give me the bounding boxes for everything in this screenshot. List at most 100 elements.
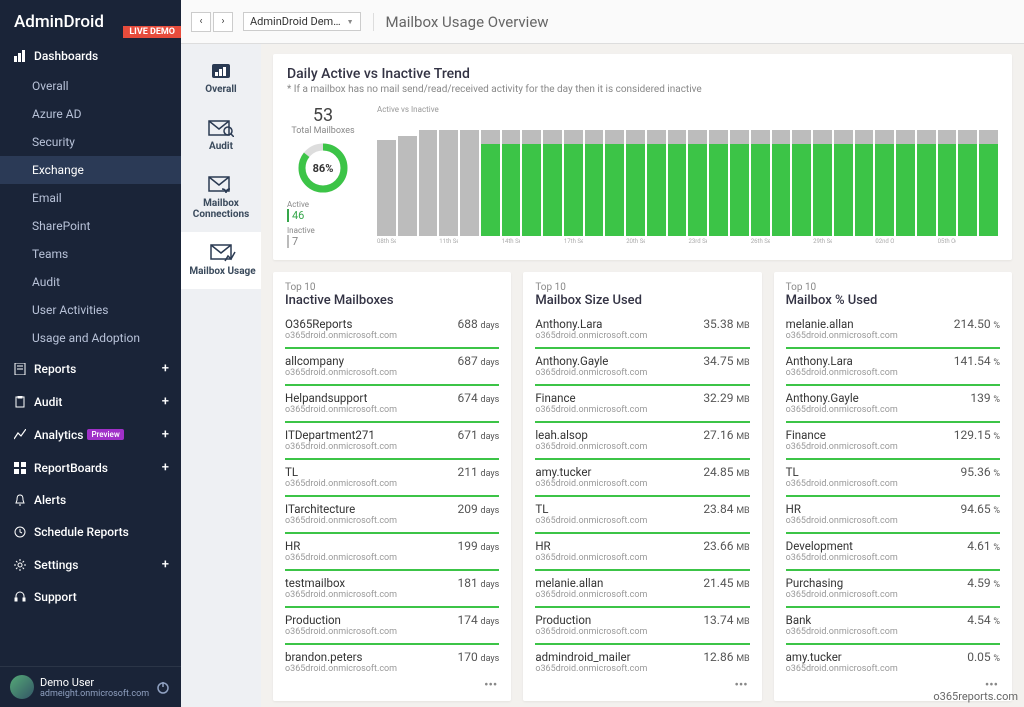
- list-item[interactable]: melanie.allano365droid.onmicrosoft.com21…: [786, 312, 1000, 343]
- expand-icon: +: [162, 557, 169, 572]
- list-item[interactable]: Helpandsupporto365droid.onmicrosoft.com6…: [285, 384, 499, 417]
- list-item[interactable]: O365Reportso365droid.onmicrosoft.com688 …: [285, 312, 499, 343]
- chart-bar: [481, 130, 500, 236]
- panel1-kicker: Top 10: [285, 282, 499, 293]
- chart-bar: [585, 130, 604, 236]
- list-item[interactable]: testmailboxo365droid.onmicrosoft.com181 …: [285, 569, 499, 602]
- list-item[interactable]: amy.tuckero365droid.onmicrosoft.com24.85…: [535, 458, 749, 491]
- preview-badge: Preview: [87, 429, 123, 440]
- list-item[interactable]: ITarchitectureo365droid.onmicrosoft.com2…: [285, 495, 499, 528]
- rail-overall[interactable]: Overall: [181, 52, 261, 107]
- list-item[interactable]: Purchasingo365droid.onmicrosoft.com4.59 …: [786, 569, 1000, 602]
- nav-reportboards[interactable]: ReportBoards +: [0, 451, 181, 484]
- list-item[interactable]: Anthony.Gayleo365droid.onmicrosoft.com13…: [786, 384, 1000, 417]
- user-info: Demo User admeight.onmicrosoft.com: [40, 676, 155, 699]
- list-item[interactable]: HRo365droid.onmicrosoft.com199 days: [285, 532, 499, 565]
- chart-bar: [502, 130, 521, 236]
- chart-bar: [979, 130, 998, 236]
- avatar[interactable]: [10, 675, 34, 699]
- rail-audit[interactable]: Audit: [181, 107, 261, 164]
- panel2-more-button[interactable]: •••: [535, 676, 749, 695]
- panel1-title: Inactive Mailboxes: [285, 293, 499, 308]
- list-item[interactable]: Banko365droid.onmicrosoft.com4.54 %: [786, 606, 1000, 639]
- sidebar-item-teams[interactable]: Teams: [0, 240, 181, 268]
- chart-bars: [367, 116, 998, 236]
- power-icon[interactable]: [155, 679, 171, 695]
- user-name: Demo User: [40, 676, 155, 689]
- chart-bar: [419, 130, 438, 236]
- live-demo-badge: LIVE DEMO: [123, 26, 181, 38]
- chart-bar: [647, 130, 666, 236]
- chart-bar: [668, 130, 687, 236]
- nav-audit-label: Audit: [34, 395, 62, 409]
- gear-icon: [12, 559, 28, 571]
- panel1-more-button[interactable]: •••: [285, 676, 499, 695]
- clipboard-icon: [12, 396, 28, 408]
- nav-settings[interactable]: Settings +: [0, 548, 181, 581]
- nav-reportboards-label: ReportBoards: [34, 461, 108, 475]
- expand-icon: +: [162, 460, 169, 475]
- list-item[interactable]: allcompanyo365droid.onmicrosoft.com687 d…: [285, 347, 499, 380]
- chart-area: Active vs Inactive 08th Sep11th Sep14th …: [367, 105, 998, 245]
- list-item[interactable]: HRo365droid.onmicrosoft.com23.66 MB: [535, 532, 749, 565]
- list-item[interactable]: Anthony.Larao365droid.onmicrosoft.com35.…: [535, 312, 749, 343]
- donut-pct: 86%: [297, 142, 349, 194]
- sidebar-item-user-activities[interactable]: User Activities: [0, 296, 181, 324]
- chart-bar: [855, 130, 874, 236]
- sidebar-item-email[interactable]: Email: [0, 184, 181, 212]
- rail-mailbox-connections[interactable]: Mailbox Connections: [181, 164, 261, 232]
- list-item[interactable]: Productiono365droid.onmicrosoft.com174 d…: [285, 606, 499, 639]
- nav-dashboards[interactable]: Dashboards: [0, 40, 181, 72]
- chart-bar: [792, 130, 811, 236]
- nav-reports[interactable]: Reports +: [0, 352, 181, 385]
- sidebar-item-audit[interactable]: Audit: [0, 268, 181, 296]
- chart-bar: [896, 130, 915, 236]
- list-item[interactable]: Anthony.Larao365droid.onmicrosoft.com141…: [786, 347, 1000, 380]
- list-item[interactable]: TLo365droid.onmicrosoft.com95.36 %: [786, 458, 1000, 491]
- list-item[interactable]: Financeo365droid.onmicrosoft.com32.29 MB: [535, 384, 749, 417]
- sidebar-nav: AdminDroid LIVE DEMO Dashboards OverallA…: [0, 0, 181, 707]
- nav-back-button[interactable]: ‹: [191, 12, 211, 32]
- list-item[interactable]: melanie.allano365droid.onmicrosoft.com21…: [535, 569, 749, 602]
- main: ‹ › AdminDroid Dem… Mailbox Usage Overvi…: [261, 0, 1024, 707]
- chart-bar: [398, 136, 417, 236]
- nav-alerts[interactable]: Alerts: [0, 484, 181, 516]
- sidebar-item-overall[interactable]: Overall: [0, 72, 181, 100]
- topbar: ‹ › AdminDroid Dem… Mailbox Usage Overvi…: [181, 0, 1024, 44]
- nav-schedule[interactable]: Schedule Reports: [0, 516, 181, 548]
- list-item[interactable]: TLo365droid.onmicrosoft.com23.84 MB: [535, 495, 749, 528]
- nav-support[interactable]: Support: [0, 581, 181, 613]
- list-item[interactable]: Financeo365droid.onmicrosoft.com129.15 %: [786, 421, 1000, 454]
- inactive-stat: Inactive7: [287, 226, 359, 248]
- list-item[interactable]: ITDepartment271o365droid.onmicrosoft.com…: [285, 421, 499, 454]
- nav-audit[interactable]: Audit +: [0, 385, 181, 418]
- nav-analytics[interactable]: Analytics Preview +: [0, 418, 181, 451]
- clock-icon: [12, 526, 28, 538]
- sidebar-item-exchange[interactable]: Exchange: [0, 156, 181, 184]
- chart-bar: [688, 130, 707, 236]
- nav-analytics-label: Analytics: [34, 428, 83, 442]
- user-org: admeight.onmicrosoft.com: [40, 689, 155, 699]
- scope-dropdown[interactable]: AdminDroid Dem…: [243, 12, 361, 31]
- donut-chart: 86%: [297, 142, 349, 194]
- sidebar-item-sharepoint[interactable]: SharePoint: [0, 212, 181, 240]
- list-item[interactable]: brandon.peterso365droid.onmicrosoft.com1…: [285, 643, 499, 676]
- sidebar-footer: Demo User admeight.onmicrosoft.com: [0, 666, 181, 707]
- rail-mailbox-usage[interactable]: Mailbox Usage: [181, 232, 261, 289]
- panel-mailbox-pct: Top 10Mailbox % Used melanie.allano365dr…: [774, 272, 1012, 701]
- list-item[interactable]: leah.alsopo365droid.onmicrosoft.com27.16…: [535, 421, 749, 454]
- chart-bar: [730, 130, 749, 236]
- list-item[interactable]: HRo365droid.onmicrosoft.com94.65 %: [786, 495, 1000, 528]
- list-item[interactable]: Anthony.Gayleo365droid.onmicrosoft.com34…: [535, 347, 749, 380]
- nav-forward-button[interactable]: ›: [213, 12, 233, 32]
- list-item[interactable]: amy.tuckero365droid.onmicrosoft.com0.05 …: [786, 643, 1000, 676]
- list-item[interactable]: admindroid_mailero365droid.onmicrosoft.c…: [535, 643, 749, 676]
- list-item[interactable]: Developmento365droid.onmicrosoft.com4.61…: [786, 532, 1000, 565]
- sidebar-item-azure-ad[interactable]: Azure AD: [0, 100, 181, 128]
- list-item[interactable]: TLo365droid.onmicrosoft.com211 days: [285, 458, 499, 491]
- nav-alerts-label: Alerts: [34, 493, 66, 507]
- sidebar-item-security[interactable]: Security: [0, 128, 181, 156]
- sidebar-item-usage-and-adoption[interactable]: Usage and Adoption: [0, 324, 181, 352]
- list-item[interactable]: Productiono365droid.onmicrosoft.com13.74…: [535, 606, 749, 639]
- brand: AdminDroid LIVE DEMO: [0, 0, 181, 40]
